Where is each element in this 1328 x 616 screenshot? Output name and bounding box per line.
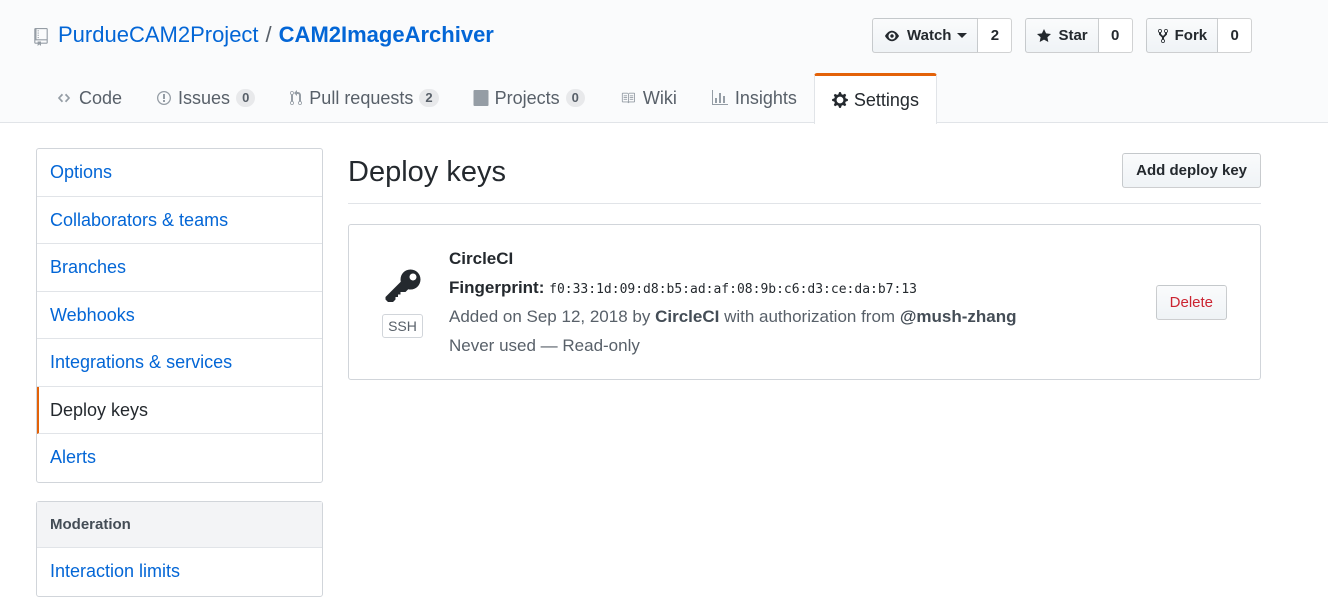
book-icon bbox=[621, 92, 635, 104]
repo-icon bbox=[34, 26, 48, 46]
tab-code[interactable]: Code bbox=[38, 73, 139, 123]
repo-separator: / bbox=[265, 22, 272, 47]
repo-name-link[interactable]: CAM2ImageArchiver bbox=[279, 22, 494, 48]
repo-title: PurdueCAM2Project / CAM2ImageArchiver bbox=[34, 22, 494, 48]
tab-wiki[interactable]: Wiki bbox=[602, 73, 694, 123]
fingerprint-value: f0:33:1d:09:d8:b5:ad:af:08:9b:c6:d3:ce:d… bbox=[549, 282, 917, 297]
tab-issues-label: Issues bbox=[178, 87, 231, 108]
added-prefix: Added on Sep 12, 2018 by bbox=[449, 307, 651, 326]
repo-header: PurdueCAM2Project / CAM2ImageArchiver Wa… bbox=[0, 0, 1328, 124]
tab-projects[interactable]: Projects 0 bbox=[456, 73, 602, 123]
watch-group: Watch 2 bbox=[872, 18, 1013, 53]
caret-down-icon bbox=[957, 33, 968, 38]
fork-button[interactable]: Fork bbox=[1145, 18, 1219, 53]
page-subhead: Deploy keys Add deploy key bbox=[348, 148, 1261, 204]
star-group: Star 0 bbox=[1025, 18, 1133, 53]
star-icon bbox=[1037, 28, 1052, 42]
pull-request-icon bbox=[290, 90, 303, 106]
added-by: CircleCI bbox=[655, 307, 720, 326]
sidebar-item-deploy-keys[interactable]: Deploy keys bbox=[37, 386, 322, 434]
sidebar-item-collaborators[interactable]: Collaborators & teams bbox=[37, 197, 322, 244]
fingerprint-line: Fingerprint: f0:33:1d:09:d8:b5:ad:af:08:… bbox=[449, 278, 1017, 307]
auth-user-link[interactable]: @mush-zhang bbox=[900, 307, 1017, 326]
tab-pull-requests-label: Pull requests bbox=[309, 87, 414, 108]
deploy-key-info: CircleCI Fingerprint: f0:33:1d:09:d8:b5:… bbox=[449, 249, 1017, 365]
sidebar-item-options[interactable]: Options bbox=[37, 149, 322, 197]
sidebar-item-integrations[interactable]: Integrations & services bbox=[37, 339, 322, 387]
fingerprint-label: Fingerprint: bbox=[449, 278, 545, 297]
delete-button[interactable]: Delete bbox=[1155, 285, 1227, 320]
repo-actions: Watch 2 Star 0 Fork 0 bbox=[872, 18, 1265, 53]
star-button[interactable]: Star bbox=[1025, 18, 1099, 53]
moderation-heading: Moderation bbox=[37, 502, 322, 548]
code-icon bbox=[57, 93, 71, 103]
star-count[interactable]: 0 bbox=[1098, 18, 1133, 53]
usage-status: Never used — Read-only bbox=[449, 336, 640, 355]
tab-pull-requests[interactable]: Pull requests 2 bbox=[272, 73, 455, 123]
added-line: Added on Sep 12, 2018 by CircleCI with a… bbox=[449, 307, 1017, 336]
key-icon bbox=[385, 269, 421, 302]
fork-label: Fork bbox=[1174, 27, 1208, 44]
moderation-sidebar: Moderation Interaction limits bbox=[36, 501, 323, 597]
tab-code-label: Code bbox=[79, 87, 123, 108]
tab-insights[interactable]: Insights bbox=[694, 73, 814, 123]
sidebar-item-alerts[interactable]: Alerts bbox=[37, 434, 322, 482]
graph-icon bbox=[711, 90, 728, 105]
tab-issues[interactable]: Issues 0 bbox=[139, 73, 272, 123]
fork-group: Fork 0 bbox=[1145, 18, 1253, 53]
watch-label: Watch bbox=[907, 27, 952, 44]
watch-button[interactable]: Watch bbox=[872, 18, 979, 53]
add-deploy-key-button[interactable]: Add deploy key bbox=[1122, 153, 1261, 188]
fork-count[interactable]: 0 bbox=[1218, 18, 1253, 53]
sidebar-item-webhooks[interactable]: Webhooks bbox=[37, 292, 322, 339]
watch-count[interactable]: 2 bbox=[978, 18, 1013, 53]
sidebar-item-branches[interactable]: Branches bbox=[37, 244, 322, 292]
fork-icon bbox=[1157, 28, 1168, 43]
auth-prefix: with authorization from bbox=[724, 307, 896, 326]
tab-settings[interactable]: Settings bbox=[813, 73, 937, 124]
repo-nav: Code Issues 0 Pull requests 2 Projects 0… bbox=[38, 73, 937, 124]
ssh-type-label: SSH bbox=[382, 314, 423, 338]
repo-owner-link[interactable]: PurdueCAM2Project bbox=[58, 22, 259, 48]
gear-icon bbox=[832, 92, 848, 108]
settings-sidebar: Options Collaborators & teams Branches W… bbox=[36, 148, 323, 483]
eye-icon bbox=[885, 30, 899, 41]
projects-counter: 0 bbox=[565, 89, 585, 107]
deploy-key-title: CircleCI bbox=[449, 249, 514, 268]
deploy-key-item: SSH CircleCI Fingerprint: f0:33:1d:09:d8… bbox=[348, 224, 1261, 380]
sidebar-item-interaction-limits[interactable]: Interaction limits bbox=[37, 548, 322, 596]
tab-insights-label: Insights bbox=[734, 87, 797, 108]
issue-icon bbox=[157, 91, 172, 105]
tab-wiki-label: Wiki bbox=[642, 87, 677, 108]
project-icon bbox=[473, 90, 489, 106]
star-label: Star bbox=[1058, 27, 1088, 44]
page-title: Deploy keys bbox=[348, 156, 506, 188]
tab-settings-label: Settings bbox=[853, 89, 919, 110]
pull-requests-counter: 2 bbox=[419, 89, 439, 107]
issues-counter: 0 bbox=[236, 89, 256, 107]
tab-projects-label: Projects bbox=[494, 87, 560, 108]
